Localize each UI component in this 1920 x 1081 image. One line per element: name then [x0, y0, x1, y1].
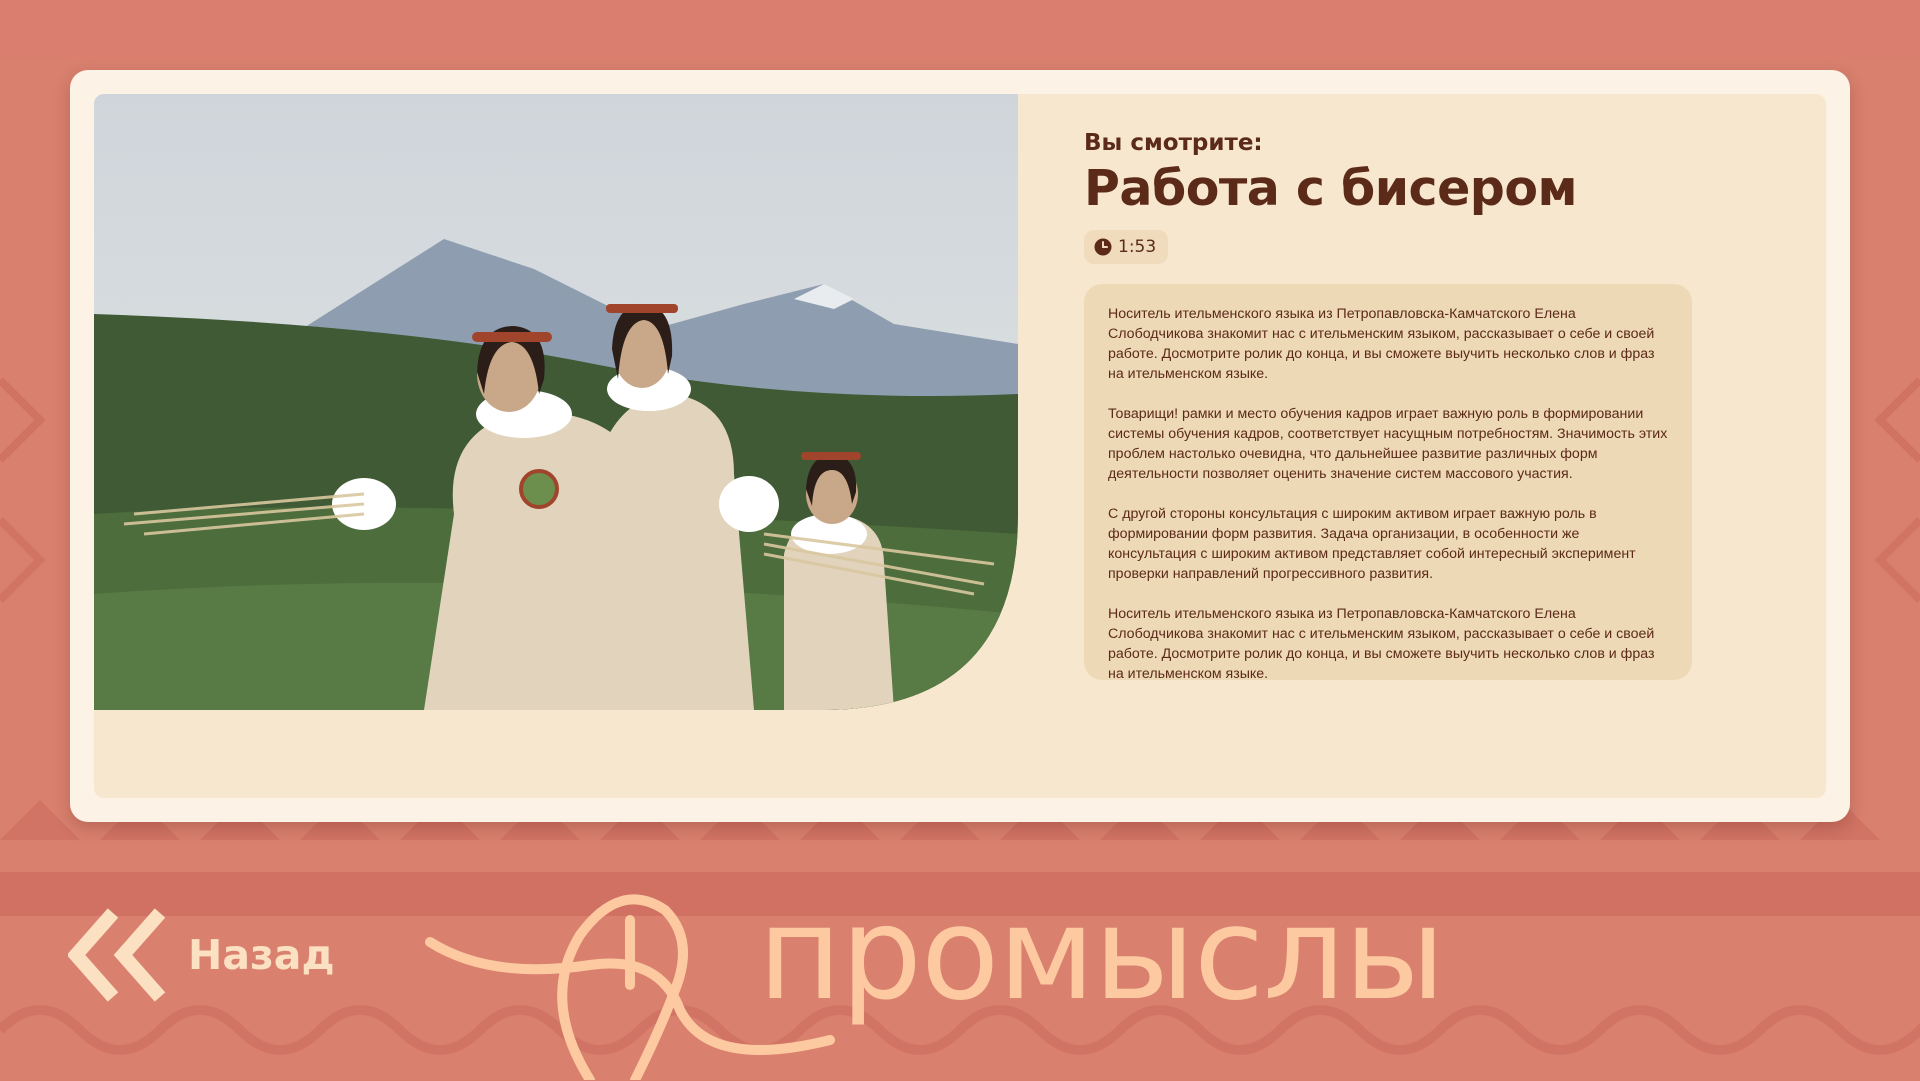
description-box: Носитель ительменского языка из Петропав… [1084, 284, 1692, 680]
duration-badge: 1:53 [1084, 230, 1169, 264]
video-card-inner: Вы смотрите: Работа с бисером 1:53 Носит… [94, 94, 1826, 798]
description-paragraph: С другой стороны консультация с широким … [1108, 506, 1636, 582]
description-paragraph: Носитель ительменского языка из Петропав… [1108, 606, 1655, 680]
back-button[interactable]: Назад [68, 900, 335, 1010]
double-chevron-left-icon [68, 908, 166, 1002]
video-preview-photo[interactable] [94, 94, 1018, 710]
clock-icon [1094, 238, 1112, 256]
back-label: Назад [188, 931, 335, 979]
video-title: Работа с бисером [1084, 160, 1578, 217]
now-watching-label: Вы смотрите: [1084, 130, 1263, 156]
duration-text: 1:53 [1118, 237, 1157, 257]
description-paragraph: Носитель ительменского языка из Петропав… [1108, 306, 1655, 382]
description-paragraph: Товарищи! рамки и место обучения кадров … [1108, 406, 1668, 482]
section-title: промыслы [758, 880, 1445, 1029]
video-card: Вы смотрите: Работа с бисером 1:53 Носит… [70, 70, 1850, 822]
